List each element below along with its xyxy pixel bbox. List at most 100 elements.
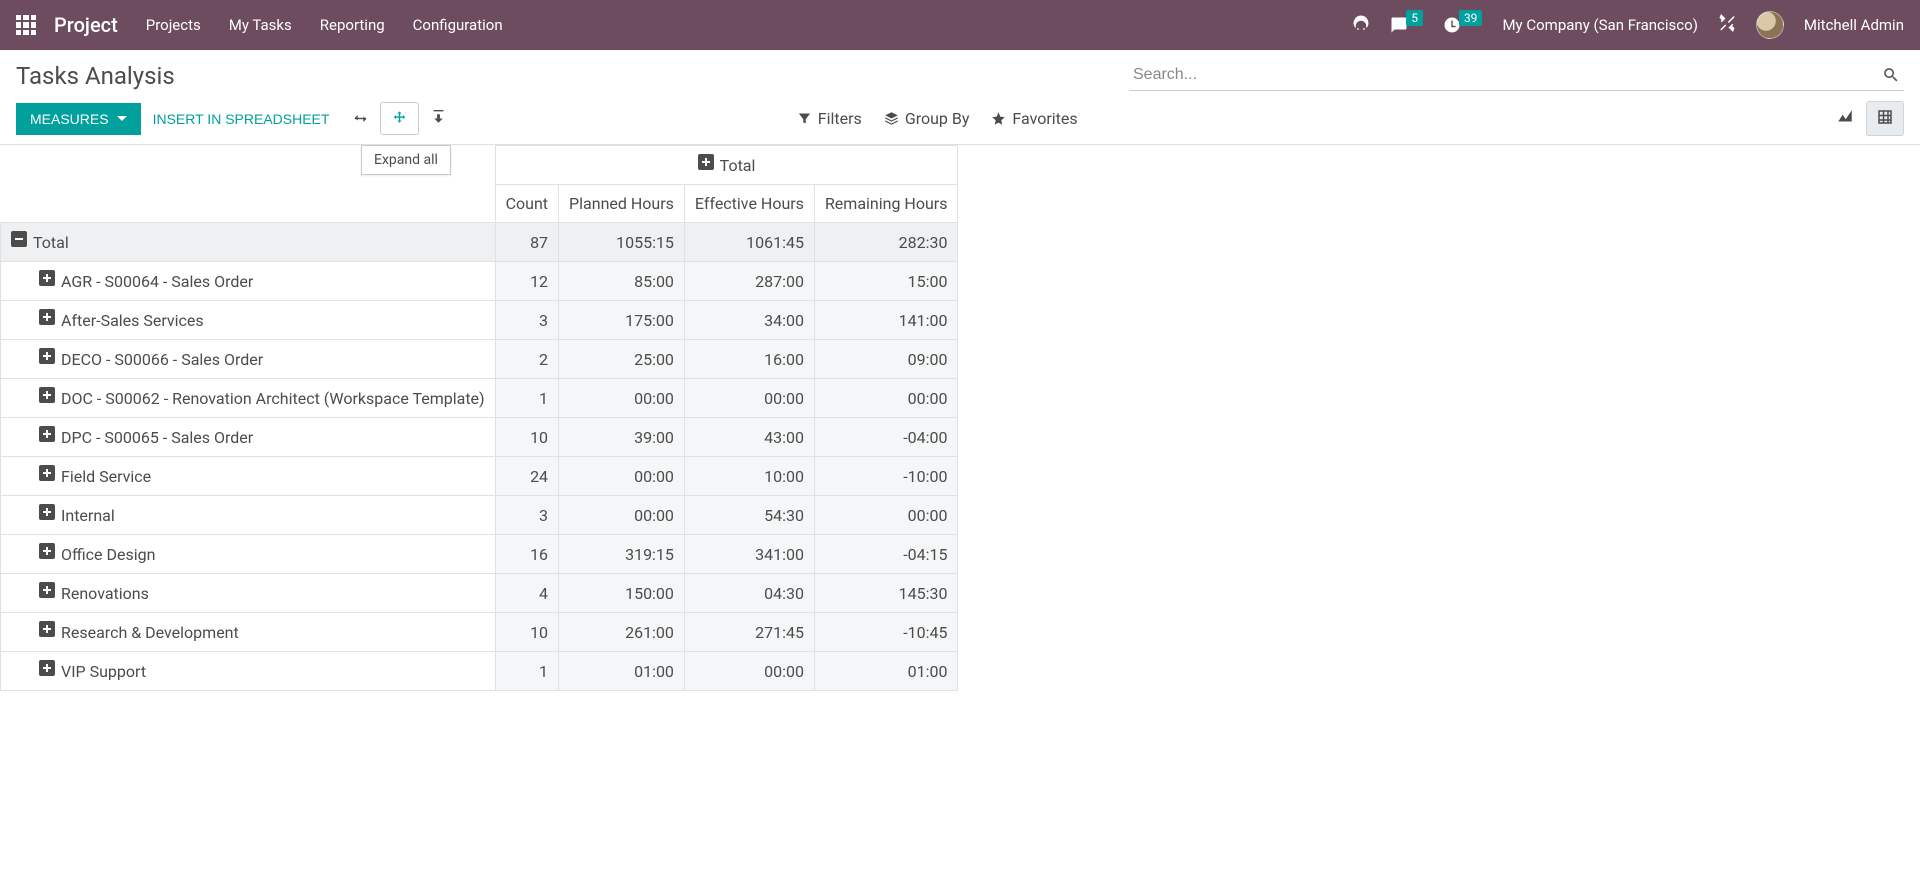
search-bar[interactable] xyxy=(1129,60,1904,91)
expand-row-icon[interactable] xyxy=(39,348,55,364)
cell-remaining[interactable]: -10:00 xyxy=(814,457,958,496)
measure-count[interactable]: Count xyxy=(495,185,558,223)
measure-remaining[interactable]: Remaining Hours xyxy=(814,185,958,223)
row-header[interactable]: Renovations xyxy=(1,574,496,613)
expand-row-icon[interactable] xyxy=(39,621,55,637)
cell-count[interactable]: 3 xyxy=(495,496,558,535)
measure-planned[interactable]: Planned Hours xyxy=(559,185,685,223)
nav-my-tasks[interactable]: My Tasks xyxy=(229,16,292,34)
cell-remaining[interactable]: -10:45 xyxy=(814,613,958,652)
company-switcher[interactable]: My Company (San Francisco) xyxy=(1502,16,1697,34)
nav-configuration[interactable]: Configuration xyxy=(413,16,503,34)
row-header[interactable]: DOC - S00062 - Renovation Architect (Wor… xyxy=(1,379,496,418)
cell-effective[interactable]: 43:00 xyxy=(684,418,814,457)
cell-count[interactable]: 24 xyxy=(495,457,558,496)
cell-total-effective[interactable]: 1061:45 xyxy=(684,223,814,262)
col-header-total[interactable]: Total xyxy=(495,146,958,185)
cell-remaining[interactable]: 01:00 xyxy=(814,652,958,691)
expand-row-icon[interactable] xyxy=(39,543,55,559)
insert-spreadsheet-button[interactable]: Insert in Spreadsheet xyxy=(141,103,342,135)
row-header[interactable]: Internal xyxy=(1,496,496,535)
flip-axis-button[interactable] xyxy=(341,102,380,135)
cell-planned[interactable]: 01:00 xyxy=(559,652,685,691)
cell-effective[interactable]: 271:45 xyxy=(684,613,814,652)
row-header[interactable]: AGR - S00064 - Sales Order xyxy=(1,262,496,301)
graph-view-button[interactable] xyxy=(1826,101,1864,136)
cell-effective[interactable]: 00:00 xyxy=(684,652,814,691)
avatar[interactable] xyxy=(1756,11,1784,39)
expand-row-icon[interactable] xyxy=(39,426,55,442)
cell-planned[interactable]: 00:00 xyxy=(559,379,685,418)
row-header[interactable]: VIP Support xyxy=(1,652,496,691)
expand-row-icon[interactable] xyxy=(39,582,55,598)
cell-planned[interactable]: 00:00 xyxy=(559,457,685,496)
cell-count[interactable]: 4 xyxy=(495,574,558,613)
cell-effective[interactable]: 287:00 xyxy=(684,262,814,301)
cell-remaining[interactable]: -04:00 xyxy=(814,418,958,457)
cell-planned[interactable]: 25:00 xyxy=(559,340,685,379)
apps-icon[interactable] xyxy=(16,15,36,35)
expand-row-icon[interactable] xyxy=(39,660,55,676)
cell-planned[interactable]: 85:00 xyxy=(559,262,685,301)
cell-planned[interactable]: 319:15 xyxy=(559,535,685,574)
cell-remaining[interactable]: 141:00 xyxy=(814,301,958,340)
row-header[interactable]: After-Sales Services xyxy=(1,301,496,340)
cell-remaining[interactable]: 00:00 xyxy=(814,379,958,418)
row-header[interactable]: Research & Development xyxy=(1,613,496,652)
cell-planned[interactable]: 00:00 xyxy=(559,496,685,535)
user-name[interactable]: Mitchell Admin xyxy=(1804,16,1904,34)
debug-icon[interactable] xyxy=(1718,14,1736,36)
cell-remaining[interactable]: 00:00 xyxy=(814,496,958,535)
support-icon[interactable] xyxy=(1352,14,1370,36)
cell-total-remaining[interactable]: 282:30 xyxy=(814,223,958,262)
measure-effective[interactable]: Effective Hours xyxy=(684,185,814,223)
cell-count[interactable]: 1 xyxy=(495,379,558,418)
expand-row-icon[interactable] xyxy=(39,504,55,520)
cell-remaining[interactable]: 15:00 xyxy=(814,262,958,301)
cell-count[interactable]: 2 xyxy=(495,340,558,379)
expand-row-icon[interactable] xyxy=(39,465,55,481)
search-icon[interactable] xyxy=(1882,66,1900,84)
nav-reporting[interactable]: Reporting xyxy=(320,16,385,34)
pivot-view-button[interactable] xyxy=(1866,101,1904,136)
collapse-row-icon[interactable] xyxy=(11,231,27,247)
row-header[interactable]: Field Service xyxy=(1,457,496,496)
cell-remaining[interactable]: 145:30 xyxy=(814,574,958,613)
expand-col-icon[interactable] xyxy=(698,154,714,170)
cell-effective[interactable]: 341:00 xyxy=(684,535,814,574)
cell-remaining[interactable]: -04:15 xyxy=(814,535,958,574)
cell-planned[interactable]: 150:00 xyxy=(559,574,685,613)
cell-planned[interactable]: 261:00 xyxy=(559,613,685,652)
row-header[interactable]: DPC - S00065 - Sales Order xyxy=(1,418,496,457)
cell-count[interactable]: 10 xyxy=(495,613,558,652)
cell-remaining[interactable]: 09:00 xyxy=(814,340,958,379)
cell-total-planned[interactable]: 1055:15 xyxy=(559,223,685,262)
nav-projects[interactable]: Projects xyxy=(146,16,201,34)
filters-button[interactable]: Filters xyxy=(797,109,862,128)
row-header[interactable]: DECO - S00066 - Sales Order xyxy=(1,340,496,379)
row-header-total[interactable]: Total xyxy=(1,223,496,262)
cell-effective[interactable]: 10:00 xyxy=(684,457,814,496)
messages-button[interactable]: 5 xyxy=(1390,16,1423,34)
app-brand[interactable]: Project xyxy=(54,13,118,37)
row-header[interactable]: Office Design xyxy=(1,535,496,574)
cell-effective[interactable]: 34:00 xyxy=(684,301,814,340)
cell-effective[interactable]: 04:30 xyxy=(684,574,814,613)
download-button[interactable] xyxy=(419,102,458,135)
favorites-button[interactable]: Favorites xyxy=(991,109,1077,128)
cell-count[interactable]: 10 xyxy=(495,418,558,457)
cell-effective[interactable]: 16:00 xyxy=(684,340,814,379)
cell-count[interactable]: 3 xyxy=(495,301,558,340)
expand-row-icon[interactable] xyxy=(39,387,55,403)
expand-row-icon[interactable] xyxy=(39,270,55,286)
activities-button[interactable]: 39 xyxy=(1443,16,1483,34)
search-input[interactable] xyxy=(1133,66,1882,84)
cell-planned[interactable]: 39:00 xyxy=(559,418,685,457)
groupby-button[interactable]: Group By xyxy=(884,109,970,128)
cell-count[interactable]: 12 xyxy=(495,262,558,301)
cell-planned[interactable]: 175:00 xyxy=(559,301,685,340)
cell-count[interactable]: 16 xyxy=(495,535,558,574)
expand-all-button[interactable] xyxy=(380,102,419,135)
cell-count[interactable]: 1 xyxy=(495,652,558,691)
cell-effective[interactable]: 00:00 xyxy=(684,379,814,418)
